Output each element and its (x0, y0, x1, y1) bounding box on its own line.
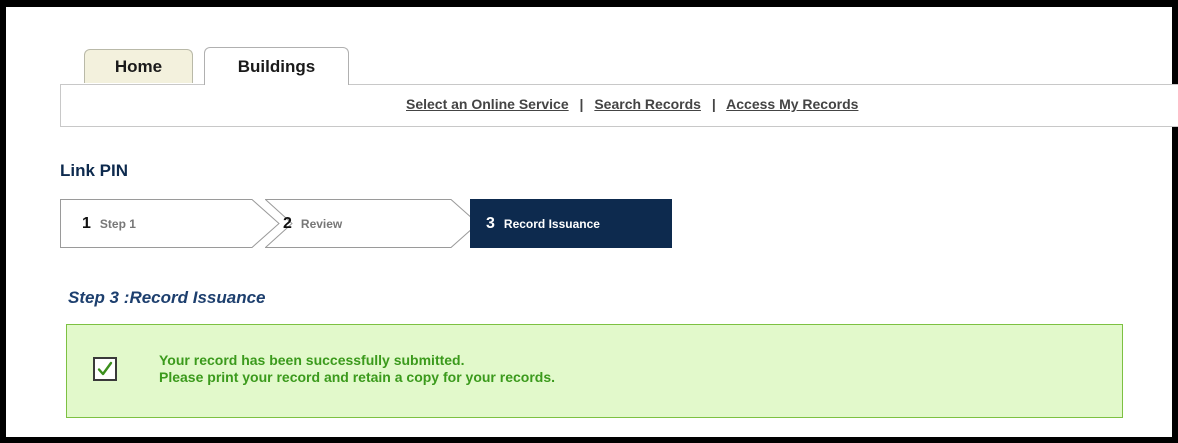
nav-separator: | (711, 96, 716, 112)
step-2-label: Review (300, 216, 343, 231)
step-progress: 1 Step 1 2 Review 3 Record Issuance (60, 199, 672, 248)
step-2: 2 Review (265, 199, 485, 248)
service-nav-bar: Select an Online Service | Search Record… (60, 84, 1178, 127)
success-message-box: Your record has been successfully submit… (66, 324, 1123, 418)
select-online-service-link[interactable]: Select an Online Service (406, 96, 569, 112)
step-3-label: Record Issuance (503, 216, 600, 231)
nav-links: Select an Online Service | Search Record… (406, 96, 858, 112)
step-1-number: 1 (82, 214, 91, 232)
checkbox-checked-icon (93, 357, 117, 381)
tab-home[interactable]: Home (84, 49, 193, 83)
success-message-line-2: Please print your record and retain a co… (159, 369, 556, 385)
step-1: 1 Step 1 (60, 199, 280, 248)
nav-separator: | (579, 96, 584, 112)
step-heading-title: Record Issuance (129, 288, 266, 307)
tab-buildings[interactable]: Buildings (204, 47, 349, 85)
tab-buildings-label: Buildings (237, 56, 316, 76)
success-message-line-1: Your record has been successfully submit… (159, 352, 465, 368)
success-message-text: Your record has been successfully submit… (159, 352, 555, 386)
tab-home-label: Home (114, 56, 163, 76)
step-heading-prefix: Step 3 (68, 288, 120, 307)
search-records-link[interactable]: Search Records (594, 96, 701, 112)
step-3-number: 3 (486, 214, 495, 232)
page-title: Link PIN (60, 161, 129, 180)
step-2-number: 2 (283, 214, 292, 232)
checkmark-icon (97, 361, 113, 376)
step-3-current: 3 Record Issuance (470, 199, 672, 248)
step-1-label: Step 1 (99, 216, 136, 231)
step-heading: Step 3 :Record Issuance (68, 288, 266, 308)
access-my-records-link[interactable]: Access My Records (726, 96, 858, 112)
